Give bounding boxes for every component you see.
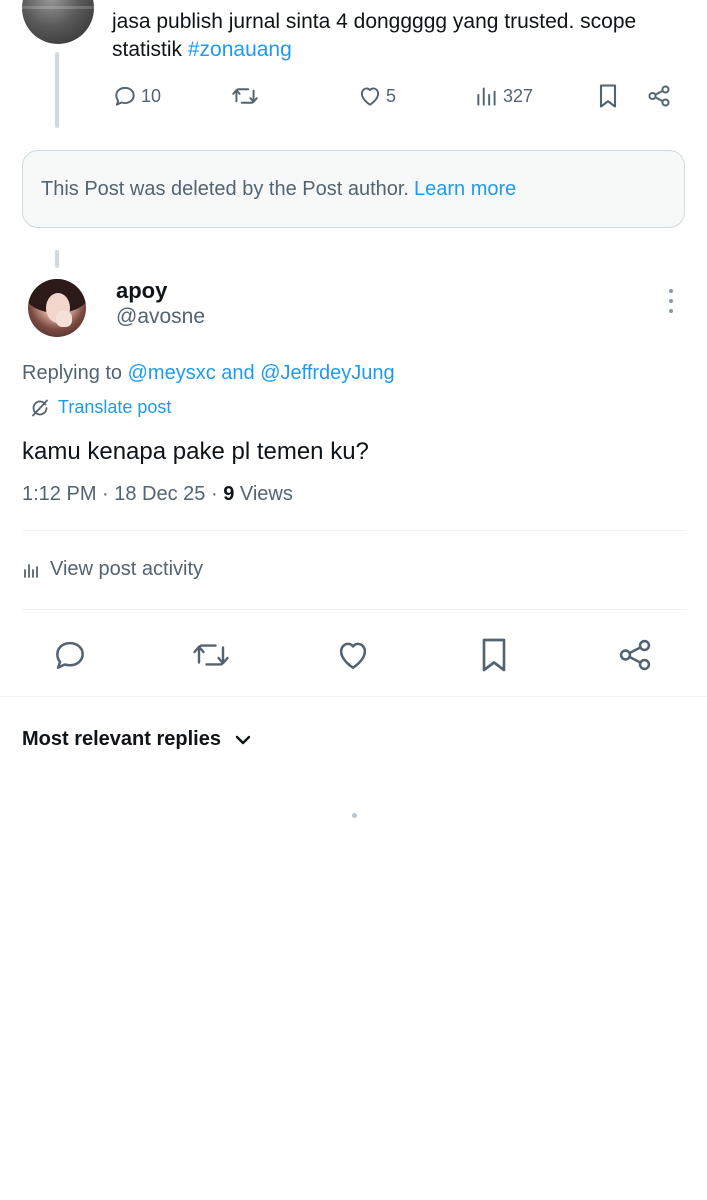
replying-to: Replying to @meysxc and @JeffrdeyJung: [22, 362, 395, 385]
mention-link[interactable]: @meysxc: [128, 362, 216, 384]
view-post-activity-button[interactable]: View post activity: [22, 558, 203, 581]
divider: [22, 530, 686, 531]
views-icon: [477, 87, 496, 106]
replies-sort-label: Most relevant replies: [22, 728, 221, 750]
mention-join: and: [215, 362, 261, 384]
replying-prefix: Replying to: [22, 362, 128, 384]
author-display-name[interactable]: apoy: [116, 278, 167, 304]
learn-more-link[interactable]: Learn more: [414, 178, 516, 201]
views-count: 327: [503, 85, 534, 106]
parent-like-button[interactable]: 5: [357, 80, 396, 112]
author-handle[interactable]: @avosne: [116, 305, 205, 329]
reply-button[interactable]: [47, 632, 93, 678]
like-icon: [339, 642, 367, 669]
post-timestamp: 1:12 PM · 18 Dec 25 · 9 Views: [22, 483, 293, 506]
parent-post-text: jasa publish jurnal sinta 4 donggggg yan…: [112, 8, 692, 64]
translate-post-button[interactable]: Translate post: [30, 397, 171, 418]
more-options-button[interactable]: [660, 286, 682, 316]
repost-button[interactable]: [188, 632, 234, 678]
chevron-down-icon: [235, 735, 251, 744]
reply-icon: [56, 641, 84, 669]
parent-reply-button[interactable]: 10: [112, 80, 161, 112]
divider: [0, 696, 707, 697]
replies-sort-dropdown[interactable]: Most relevant replies: [22, 728, 253, 751]
post-text: kamu kenapa pake pl temen ku?: [22, 438, 369, 465]
activity-label: View post activity: [50, 558, 204, 580]
reply-count: 10: [141, 85, 162, 106]
share-button[interactable]: [612, 632, 658, 678]
mention-link[interactable]: @JeffrdeyJung: [260, 362, 394, 384]
like-count: 5: [386, 85, 397, 106]
reply-icon: [115, 86, 135, 106]
translate-icon: [32, 399, 48, 416]
parent-post-actions: 10 5 327: [112, 80, 680, 112]
deleted-post-notice: This Post was deleted by the Post author…: [22, 150, 685, 228]
like-button[interactable]: [330, 632, 376, 678]
hashtag-link[interactable]: #zonauang: [188, 38, 292, 61]
views-label: Views: [234, 483, 293, 505]
parent-repost-button[interactable]: [230, 80, 260, 112]
share-icon: [648, 85, 670, 107]
post-thread-page: jasa publish jurnal sinta 4 donggggg yan…: [0, 0, 707, 1200]
bookmark-icon: [599, 84, 617, 108]
bookmark-button[interactable]: [471, 632, 517, 678]
translate-label: Translate post: [58, 397, 172, 417]
views-number: 9: [223, 483, 235, 505]
deleted-notice-text: This Post was deleted by the Post author…: [41, 177, 409, 200]
like-icon: [360, 87, 380, 106]
loading-indicator: [352, 813, 357, 818]
bookmark-icon: [482, 638, 506, 672]
post-actions-bar: [0, 632, 707, 678]
analytics-icon: [24, 563, 38, 578]
share-icon: [619, 639, 651, 671]
more-icon: [669, 289, 673, 293]
thread-connector-line: [55, 250, 59, 268]
parent-views-button[interactable]: 327: [474, 80, 533, 112]
parent-bookmark-button[interactable]: [596, 80, 620, 112]
parent-author-avatar[interactable]: [22, 0, 94, 44]
repost-icon: [232, 88, 258, 104]
author-avatar[interactable]: [28, 279, 86, 337]
divider: [22, 609, 686, 610]
thread-connector-line: [55, 52, 59, 128]
repost-icon: [193, 644, 229, 666]
time-date: 1:12 PM · 18 Dec 25 ·: [22, 483, 224, 505]
parent-share-button[interactable]: [646, 80, 672, 112]
